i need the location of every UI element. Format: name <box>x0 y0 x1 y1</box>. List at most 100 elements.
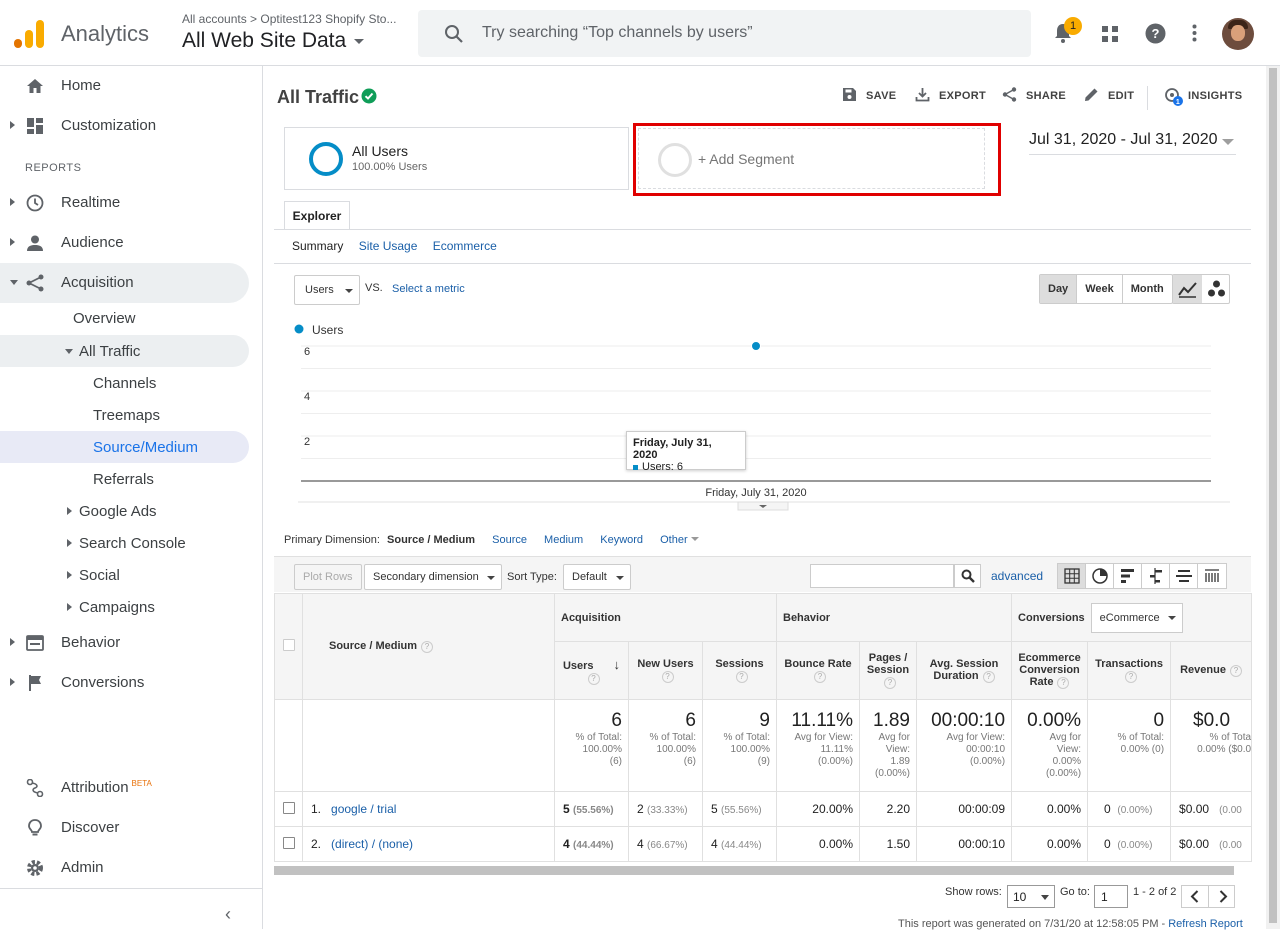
sidebar-item-admin[interactable]: Admin <box>0 848 249 888</box>
svg-text:?: ? <box>1152 26 1160 41</box>
show-rows-select[interactable]: 10 <box>1007 885 1055 908</box>
sidebar-item-acquisition[interactable]: Acquisition <box>0 263 249 303</box>
pie-view-button[interactable] <box>1086 564 1114 588</box>
tab-explorer[interactable]: Explorer <box>284 201 350 230</box>
help-icon[interactable]: ? <box>1057 677 1070 689</box>
sidebar-item-source-medium[interactable]: Source/Medium <box>0 431 249 463</box>
help-icon[interactable]: ? <box>735 671 748 683</box>
ecommerce-conversion-rate-column-header[interactable]: Ecommerce Conversion Rate? <box>1011 641 1089 700</box>
pivot-view-button[interactable] <box>1198 564 1226 588</box>
row-dimension-link[interactable]: (direct) / (none) <box>331 837 413 851</box>
metric-dropdown[interactable]: Users <box>294 275 360 305</box>
sidebar-item-treemaps[interactable]: Treemaps <box>0 399 249 431</box>
view-selector[interactable]: All Web Site Data <box>182 29 365 53</box>
export-button[interactable]: EXPORT <box>915 88 986 102</box>
subtab-site-usage[interactable]: Site Usage <box>359 239 418 253</box>
dimension-source-link[interactable]: Source <box>492 534 527 546</box>
conversion-type-dropdown[interactable]: eCommerce <box>1090 602 1183 633</box>
sidebar-item-customization[interactable]: Customization <box>0 106 249 146</box>
subtab-summary[interactable]: Summary <box>292 239 343 253</box>
select-metric-link[interactable]: Select a metric <box>392 283 465 295</box>
scrollbar-thumb[interactable] <box>1269 68 1277 923</box>
save-button[interactable]: SAVE <box>843 88 896 102</box>
sidebar-item-attribution[interactable]: Attribution BETA <box>0 768 249 808</box>
row-checkbox[interactable] <box>282 836 295 849</box>
day-button[interactable]: Day <box>1040 275 1078 303</box>
sidebar-item-campaigns[interactable]: Campaigns <box>0 591 249 623</box>
table-view-button[interactable] <box>1058 564 1086 588</box>
dimension-medium-link[interactable]: Medium <box>544 534 583 546</box>
users-column-header[interactable]: Users ↓? <box>554 641 629 700</box>
horizontal-scrollbar[interactable] <box>274 866 1234 875</box>
next-page-button[interactable] <box>1209 886 1236 907</box>
prev-page-button[interactable] <box>1182 886 1209 907</box>
table-search-input[interactable] <box>810 564 954 588</box>
motion-chart-button[interactable] <box>1202 275 1231 303</box>
sidebar-item-search-console[interactable]: Search Console <box>0 527 249 559</box>
sidebar-item-realtime[interactable]: Realtime <box>0 183 249 223</box>
help-icon[interactable]: ? <box>661 671 674 683</box>
month-button[interactable]: Month <box>1123 275 1172 303</box>
sessions-column-header[interactable]: Sessions? <box>702 641 777 700</box>
help-icon[interactable]: ? <box>421 641 434 653</box>
help-icon[interactable]: ? <box>884 677 896 689</box>
sidebar-item-discover[interactable]: Discover <box>0 808 249 848</box>
edit-button[interactable]: EDIT <box>1085 88 1134 102</box>
dimension-keyword-link[interactable]: Keyword <box>600 534 643 546</box>
table-search-button[interactable] <box>954 564 981 588</box>
pages-per-session-column-header[interactable]: Pages / Session? <box>859 641 917 700</box>
segment-all-users[interactable]: All Users 100.00% Users <box>284 127 629 190</box>
performance-view-button[interactable] <box>1114 564 1142 588</box>
help-icon[interactable]: ? <box>587 672 600 685</box>
transactions-column-header[interactable]: Transactions? <box>1087 641 1172 700</box>
dimension-other-link[interactable]: Other <box>660 534 688 546</box>
help-icon[interactable]: ? <box>1125 671 1138 683</box>
row-revenue: $0.00 (0.00 <box>1170 791 1253 827</box>
sidebar-item-home[interactable]: Home <box>0 66 249 106</box>
insights-button[interactable]: 1 INSIGHTS <box>1165 88 1242 106</box>
sidebar-item-overview[interactable]: Overview <box>0 299 249 339</box>
share-button[interactable]: SHARE <box>1002 87 1066 102</box>
sidebar-item-social[interactable]: Social <box>0 559 249 591</box>
subtab-ecommerce[interactable]: Ecommerce <box>433 239 497 253</box>
advanced-filter-link[interactable]: advanced <box>991 569 1043 583</box>
sidebar-item-audience[interactable]: Audience <box>0 223 249 263</box>
week-button[interactable]: Week <box>1077 275 1123 303</box>
sidebar-item-channels[interactable]: Channels <box>0 367 249 399</box>
add-segment-button[interactable]: + Add Segment <box>638 128 985 189</box>
row-dimension-link[interactable]: google / trial <box>331 802 396 816</box>
collapse-sidebar-button[interactable]: ‹ <box>225 904 231 925</box>
help-icon[interactable]: ? <box>982 671 995 683</box>
help-icon[interactable]: ? <box>814 671 826 683</box>
sidebar-item-conversions[interactable]: Conversions <box>0 663 249 703</box>
revenue-column-header[interactable]: Revenue? <box>1170 641 1253 700</box>
term-cloud-view-button[interactable] <box>1170 564 1198 588</box>
help-icon[interactable]: ? <box>1229 665 1242 677</box>
select-all-checkbox[interactable] <box>282 639 295 651</box>
date-range-picker[interactable]: Jul 31, 2020 - Jul 31, 2020 <box>1029 131 1236 155</box>
comparison-view-button[interactable] <box>1142 564 1170 588</box>
account-breadcrumb[interactable]: All accounts > Optitest123 Shopify Sto..… <box>182 12 396 26</box>
secondary-dimension-dropdown[interactable]: Secondary dimension <box>364 564 502 590</box>
refresh-report-link[interactable]: Refresh Report <box>1168 918 1243 930</box>
line-chart-button[interactable] <box>1173 275 1202 303</box>
new-users-column-header[interactable]: New Users? <box>628 641 703 700</box>
bounce-rate-column-header[interactable]: Bounce Rate? <box>776 641 860 700</box>
goto-input[interactable]: 1 <box>1094 885 1128 908</box>
help-icon[interactable]: ? <box>1145 23 1166 44</box>
analytics-logo[interactable] <box>14 18 44 48</box>
search-bar[interactable]: Try searching “Top channels by users” <box>418 10 1031 57</box>
sort-type-dropdown[interactable]: Default <box>563 564 631 590</box>
dimension-header[interactable]: Source / Medium? <box>302 593 555 700</box>
avg-session-duration-column-header[interactable]: Avg. Session Duration? <box>915 641 1013 700</box>
sidebar-item-referrals[interactable]: Referrals <box>0 463 249 495</box>
more-vert-icon[interactable] <box>1192 24 1197 42</box>
vertical-scrollbar[interactable] <box>1266 66 1280 929</box>
apps-grid-icon[interactable] <box>1102 26 1118 42</box>
sidebar-item-all-traffic[interactable]: All Traffic <box>0 335 249 367</box>
plot-rows-button[interactable]: Plot Rows <box>294 564 362 590</box>
sidebar-item-google-ads[interactable]: Google Ads <box>0 495 249 527</box>
row-checkbox[interactable] <box>282 801 295 814</box>
sidebar-item-behavior[interactable]: Behavior <box>0 623 249 663</box>
avatar[interactable] <box>1222 18 1254 50</box>
